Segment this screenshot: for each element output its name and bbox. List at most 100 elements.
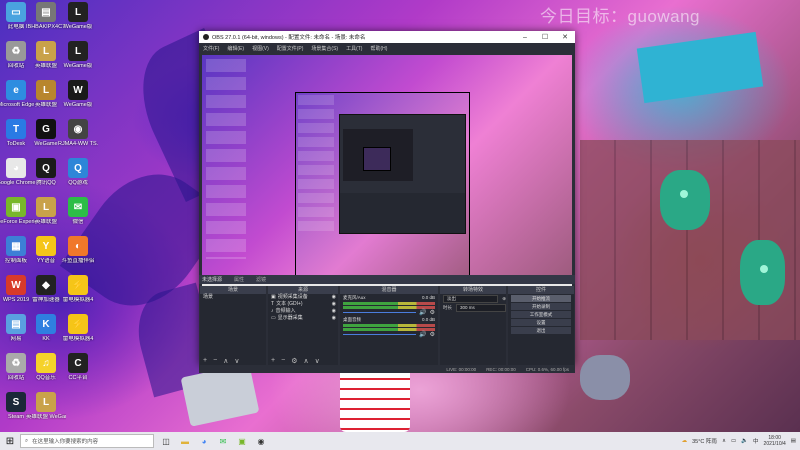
maximize-icon[interactable]: ☐ [535, 33, 555, 41]
cactus-highlight [760, 265, 768, 273]
menu-profile[interactable]: 配置文件(P) [277, 45, 304, 52]
menu-help[interactable]: 帮助(H) [370, 45, 387, 52]
obs-window[interactable]: OBS 27.0.1 (64-bit, windows) - 配置文件: 未命名… [199, 31, 575, 373]
volume-slider[interactable] [343, 333, 417, 336]
desktop-icon[interactable]: C CC平台 [58, 353, 98, 381]
taskbar-apps: ◫ ▬ ◕ ✉ ▣ ◉ [154, 434, 268, 448]
app-icon: W [68, 80, 88, 100]
remove-icon[interactable]: − [281, 357, 285, 364]
app-icon: e [6, 80, 26, 100]
eye-icon[interactable]: ◉ [332, 301, 336, 308]
clock[interactable]: 18:00 2021/10/4 [764, 435, 786, 447]
desktop-icon[interactable]: L 英雄联盟 WeGame版 [26, 392, 66, 420]
cactus-decoration [660, 170, 710, 230]
source-item[interactable]: T 文本 (GDI+) ◉ [268, 301, 338, 308]
app-icon: T [6, 119, 26, 139]
menu-scene-collection[interactable]: 场景集合(S) [311, 45, 338, 52]
desktop-icon[interactable]: Q QQ游戏 [58, 158, 98, 186]
desktop-icon[interactable]: ◉ RJMA4-WW TS... [58, 119, 98, 147]
speaker-icon[interactable]: 🔊 [419, 331, 426, 338]
desktop-icon-label: WeGame版 [63, 24, 93, 30]
properties-button[interactable]: 属性 [234, 276, 244, 283]
eye-icon[interactable]: ◉ [332, 315, 336, 322]
mixer-dock: 混音器 麦克风/Aux 0.0 dB 🔊 ⚙ 桌面音频 0.0 dB 🔊 ⚙ [340, 286, 438, 365]
source-item[interactable]: ▣ 视频采集设备 ◉ [268, 294, 338, 301]
mic-icon: ♪ [271, 308, 274, 314]
desktop-icon[interactable]: ✉ 微信 [58, 197, 98, 225]
start-streaming-button[interactable]: 开始推流 [511, 295, 571, 302]
volume-slider[interactable] [343, 311, 417, 314]
desktop-icon-label: RJMA4-WW TS... [58, 141, 98, 147]
add-icon[interactable]: ⊕ [502, 296, 506, 302]
app-icon: Q [68, 158, 88, 178]
scenes-dock: 场景 场景 + − ∧ ∨ [200, 286, 266, 365]
gear-icon[interactable]: ⚙ [430, 331, 435, 338]
add-icon[interactable]: + [203, 357, 207, 364]
file-explorer-icon[interactable]: ▬ [178, 434, 192, 448]
weather-icon[interactable]: ☁ [682, 438, 688, 444]
blue-box-decoration [636, 31, 764, 104]
duration-input[interactable]: 300 ms [456, 303, 506, 312]
remove-icon[interactable]: − [213, 357, 217, 364]
gear-icon[interactable]: ⚙ [291, 357, 297, 365]
scene-item[interactable]: 场景 [200, 294, 266, 301]
weather-text[interactable]: 35°C 阵雨 [692, 437, 717, 445]
exit-button[interactable]: 退出 [511, 327, 571, 334]
chrome-icon[interactable]: ◕ [197, 434, 211, 448]
settings-button[interactable]: 设置 [511, 319, 571, 326]
app-icon: G [36, 119, 56, 139]
app-icon: C [68, 353, 88, 373]
eye-icon[interactable]: ◉ [332, 308, 336, 315]
move-down-icon[interactable]: ∨ [315, 357, 320, 365]
desktop-icon[interactable]: ⚡ 雷电模拟器4 [58, 275, 98, 303]
chevron-up-icon[interactable]: ∧ [722, 438, 726, 444]
obs-titlebar[interactable]: OBS 27.0.1 (64-bit, windows) - 配置文件: 未命名… [199, 31, 575, 43]
geforce-icon[interactable]: ▣ [235, 434, 249, 448]
move-down-icon[interactable]: ∨ [234, 357, 239, 365]
close-icon[interactable]: ✕ [555, 33, 575, 41]
task-view-icon[interactable]: ◫ [159, 434, 173, 448]
start-recording-button[interactable]: 开始录制 [511, 303, 571, 310]
volume-icon[interactable]: 🔈 [741, 438, 748, 444]
source-item[interactable]: ▭ 显示器采集 ◉ [268, 315, 338, 322]
sources-footer: + − ⚙ ∧ ∨ [268, 356, 338, 365]
source-label: 视频采集设备 [277, 294, 308, 300]
eye-icon[interactable]: ◉ [332, 294, 336, 301]
filters-button[interactable]: 滤镜 [256, 276, 266, 283]
volume-meter [343, 302, 435, 305]
app-icon: ▣ [6, 197, 26, 217]
speaker-icon[interactable]: 🔊 [419, 309, 426, 316]
input-language[interactable]: 中 [753, 437, 759, 445]
network-icon[interactable]: ▭ [731, 438, 736, 444]
source-label: 文本 (GDI+) [276, 301, 303, 307]
source-item[interactable]: ♪ 音频输入 ◉ [268, 308, 338, 315]
menu-view[interactable]: 视图(V) [252, 45, 269, 52]
nested-desktop-icons [298, 95, 334, 235]
gear-icon[interactable]: ⚙ [430, 309, 435, 316]
menu-file[interactable]: 文件(F) [203, 45, 219, 52]
desktop-icon[interactable]: ⚡ 雷电模拟器4 [58, 314, 98, 342]
add-icon[interactable]: + [271, 357, 275, 364]
desktop-icon[interactable]: L WeGame版 [58, 2, 98, 30]
studio-mode-button[interactable]: 工作室模式 [511, 311, 571, 318]
windows-start-icon[interactable]: ⊞ [0, 432, 20, 450]
desktop-icon[interactable]: ◐ 斗鱼直播伴侣 [58, 236, 98, 264]
minimize-icon[interactable]: – [515, 34, 535, 41]
desktop-icon[interactable]: W WeGame版 [58, 80, 98, 108]
preview-canvas[interactable] [202, 55, 572, 286]
wechat-icon[interactable]: ✉ [216, 434, 230, 448]
menu-tools[interactable]: 工具(T) [346, 45, 362, 52]
notification-icon[interactable]: ▤ [791, 438, 796, 444]
menu-edit[interactable]: 编辑(E) [227, 45, 244, 52]
move-up-icon[interactable]: ∧ [303, 357, 308, 365]
app-icon: L [68, 2, 88, 22]
sources-dock: 来源 ▣ 视频采集设备 ◉ T 文本 (GDI+) ◉ ♪ 音频输入 ◉ ▭ 显示器采集 ◉ +… [268, 286, 338, 365]
transition-select[interactable]: 淡出 [443, 294, 499, 303]
app-icon: L [36, 80, 56, 100]
desktop-icon[interactable]: L WeGame版 [58, 41, 98, 69]
move-up-icon[interactable]: ∧ [223, 357, 228, 365]
search-box[interactable]: ⌕ 在这里输入你要搜索的内容 [20, 434, 154, 448]
app-icon: L [36, 41, 56, 61]
search-icon: ⌕ [25, 437, 29, 444]
obs-icon[interactable]: ◉ [254, 434, 268, 448]
